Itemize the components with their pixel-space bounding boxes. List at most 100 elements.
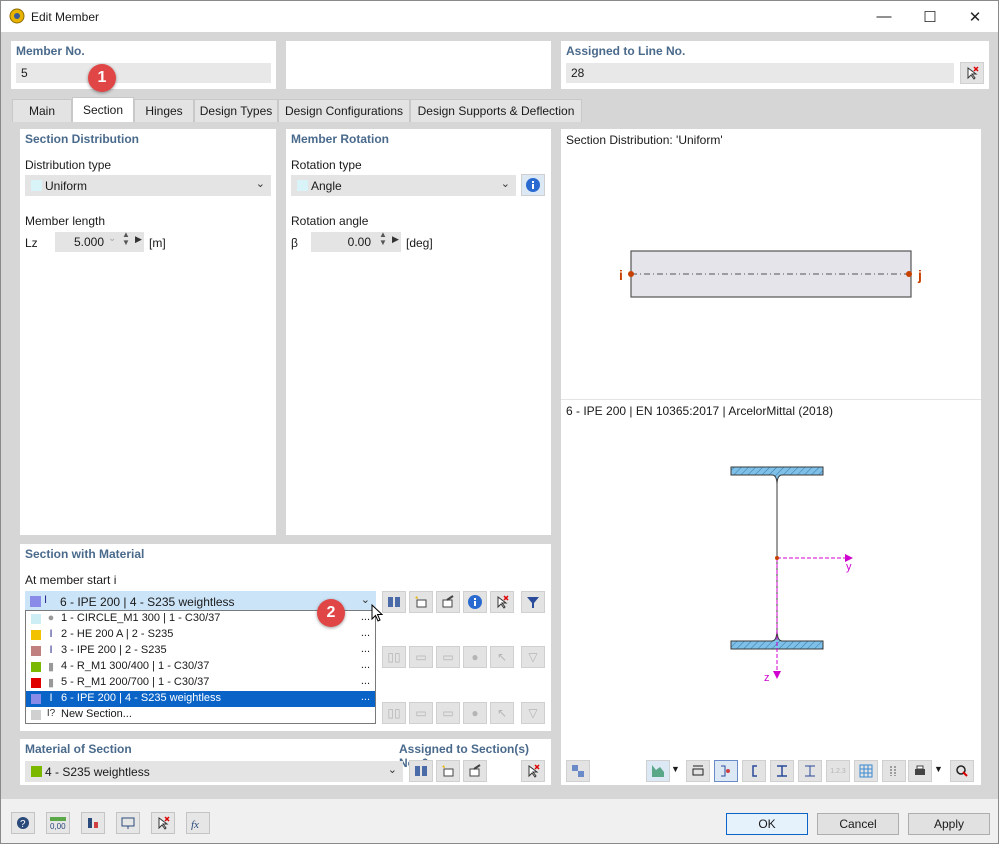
- rectangle-section-icon: ▮: [47, 661, 55, 673]
- section-dropdown-list: ● 1 - CIRCLE_M1 300 | 1 - C30/37... I2 - …: [25, 610, 376, 724]
- new-section-button[interactable]: ▭: [409, 702, 433, 724]
- distribution-type-label: Distribution type: [25, 158, 112, 172]
- section-filter-button[interactable]: [521, 591, 545, 613]
- centroid-icon: [721, 765, 730, 777]
- ok-button[interactable]: OK: [726, 813, 808, 835]
- section-outline-button[interactable]: [770, 760, 794, 782]
- member-distribution-graphic: [628, 250, 912, 298]
- numbering-button[interactable]: 1.2.3: [826, 760, 850, 782]
- dimensions-button[interactable]: [686, 760, 710, 782]
- new-section-icon: I?: [46, 708, 56, 719]
- swap-view-button[interactable]: [566, 760, 590, 782]
- view-button[interactable]: [116, 812, 140, 834]
- info-button[interactable]: ●: [463, 702, 487, 724]
- spinner-icon[interactable]: ▲ ▼: [122, 231, 130, 247]
- material-select[interactable]: 4 - S235 weightless ⌄: [25, 761, 403, 782]
- tab-hinges[interactable]: Hinges: [134, 99, 194, 122]
- minimize-button[interactable]: —: [861, 1, 907, 32]
- select-button[interactable]: [151, 812, 175, 834]
- section-info-button[interactable]: [463, 591, 487, 613]
- new-material-button[interactable]: [436, 760, 460, 782]
- edit-member-dialog: Edit Member — ☐ ✕ Member No. 5 Assigned …: [0, 0, 999, 844]
- edit-section-button[interactable]: ▭: [436, 702, 460, 724]
- pick-cursor-icon: [497, 595, 509, 609]
- member-length-input[interactable]: 5.000: [55, 232, 144, 252]
- member-start-label: At member start i: [25, 573, 117, 587]
- formula-button[interactable]: fx: [186, 812, 210, 834]
- i-section-icon: I: [49, 692, 53, 704]
- formula-icon: fx: [191, 819, 199, 830]
- dropdown-item-selected[interactable]: I6 - IPE 200 | 4 - S235 weightless...: [26, 691, 375, 707]
- section-caption: 6 - IPE 200 | EN 10365:2017 | ArcelorMit…: [566, 404, 834, 418]
- chevron-down-icon[interactable]: ▼: [934, 764, 943, 774]
- chevron-down-icon[interactable]: ▼: [671, 764, 680, 774]
- pick-section-button[interactable]: ↖: [490, 646, 514, 668]
- material-library-button[interactable]: [409, 760, 433, 782]
- pick-line-button[interactable]: [960, 62, 984, 84]
- info-icon: [468, 595, 482, 609]
- tab-design-configurations[interactable]: Design Configurations: [278, 99, 410, 122]
- i-section-icon: I: [49, 644, 53, 656]
- dropdown-item-new-section[interactable]: I? New Section...: [26, 707, 375, 723]
- play-arrow-icon[interactable]: ▶: [392, 234, 399, 245]
- dropdown-item[interactable]: ▮ 5 - R_M1 200/700 | 1 - C30/37...: [26, 675, 375, 691]
- filter-button[interactable]: ▽: [521, 702, 545, 724]
- units-button[interactable]: 0,00: [46, 812, 70, 834]
- dimension-icon: [692, 765, 704, 776]
- shear-center-button[interactable]: [742, 760, 766, 782]
- reset-view-button[interactable]: [950, 760, 974, 782]
- display-options-button[interactable]: [646, 760, 670, 782]
- edit-material-button[interactable]: [463, 760, 487, 782]
- edit-section-button[interactable]: [436, 591, 460, 613]
- chevron-down-icon: ⌄: [255, 178, 265, 190]
- library-button[interactable]: [382, 591, 406, 613]
- model-info-button[interactable]: [81, 812, 105, 834]
- dropdown-item[interactable]: ▮ 4 - R_M1 300/400 | 1 - C30/37...: [26, 659, 375, 675]
- z-axis-label: z: [764, 672, 770, 684]
- tab-main[interactable]: Main: [12, 99, 72, 122]
- help-button[interactable]: ?: [11, 812, 35, 834]
- member-no-field[interactable]: 5: [16, 63, 271, 83]
- tab-design-supports-deflection[interactable]: Design Supports & Deflection: [410, 99, 582, 122]
- pick-material-button[interactable]: [521, 760, 545, 782]
- new-section-button[interactable]: ▭: [409, 646, 433, 668]
- rotation-angle-input[interactable]: 0.00: [311, 232, 401, 252]
- new-section-button[interactable]: [409, 591, 433, 613]
- info-button[interactable]: [521, 174, 545, 196]
- grid-button[interactable]: [854, 760, 878, 782]
- assigned-line-field[interactable]: 28: [566, 63, 954, 83]
- apply-button[interactable]: Apply: [908, 813, 990, 835]
- library-button[interactable]: ▯▯: [382, 702, 406, 724]
- maximize-button[interactable]: ☐: [907, 1, 953, 32]
- pick-section-button[interactable]: [490, 591, 514, 613]
- rotation-type-select[interactable]: Angle ⌄: [291, 175, 516, 196]
- spinner-icon[interactable]: ▲ ▼: [379, 231, 387, 247]
- node-i-label: i: [619, 267, 623, 283]
- info-button[interactable]: ●: [463, 646, 487, 668]
- i-section-icon: I: [44, 594, 48, 606]
- tab-design-types[interactable]: Design Types: [194, 99, 278, 122]
- section-axes-button[interactable]: [798, 760, 822, 782]
- edit-section-button[interactable]: ▭: [436, 646, 460, 668]
- close-button[interactable]: ✕: [952, 1, 998, 32]
- dropdown-item[interactable]: I3 - IPE 200 | 2 - S235...: [26, 643, 375, 659]
- list-button[interactable]: [882, 760, 906, 782]
- tab-section[interactable]: Section: [72, 97, 134, 122]
- distribution-type-select[interactable]: Uniform ⌄: [25, 175, 271, 196]
- print-button[interactable]: [908, 760, 932, 782]
- app-icon: [9, 8, 25, 24]
- swap-icon: [572, 765, 584, 777]
- centroid-button[interactable]: [714, 760, 738, 782]
- step-badge-1: 1: [88, 64, 116, 92]
- cancel-button[interactable]: Cancel: [817, 813, 899, 835]
- dropdown-item[interactable]: I2 - HE 200 A | 2 - S235...: [26, 627, 375, 643]
- pick-section-button[interactable]: ↖: [490, 702, 514, 724]
- node-i-marker: [628, 271, 634, 277]
- play-arrow-icon[interactable]: ▶: [135, 234, 142, 245]
- library-button[interactable]: ▯▯: [382, 646, 406, 668]
- angle-unit: [deg]: [406, 236, 433, 250]
- filter-button[interactable]: ▽: [521, 646, 545, 668]
- pick-cursor-icon: [158, 816, 170, 830]
- section-distribution-panel: Section Distribution Distribution type U…: [20, 129, 276, 535]
- z-axis-arrow: [773, 671, 781, 679]
